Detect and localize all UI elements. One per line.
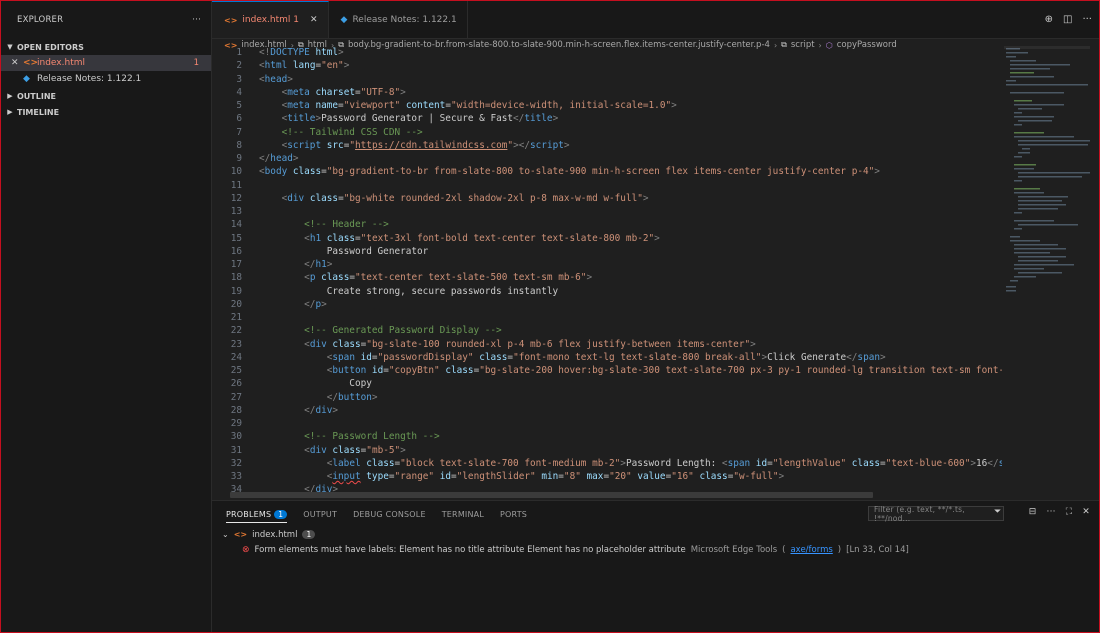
maximize-panel-icon[interactable]: ⛶ (1066, 507, 1073, 517)
code-line: 6 <title>Password Generator | Secure & F… (236, 113, 559, 125)
code-line: 13 (230, 206, 242, 217)
code-line: 28 </div> (230, 404, 339, 416)
code-editor[interactable]: 1 <!DOCTYPE html> 2 <html lang="en"> 3 <hea… (212, 46, 1002, 499)
bottom-panel: PROBLEMS 1 OUTPUT DEBUG CONSOLE TERMINAL … (212, 500, 1099, 632)
code-line: 30 <!-- Password Length --> (230, 431, 440, 443)
vscode-logo-icon: ◆ (340, 14, 348, 25)
chevron-down-icon: ⌄ (222, 530, 229, 539)
code-line: 16 Password Generator (230, 245, 429, 257)
code-line: 33 <input type="range" id="lengthSlider"… (230, 471, 785, 482)
explorer-sidebar: EXPLORER ··· ▼ OPEN EDITORS ✕ <> index.h… (1, 1, 212, 632)
code-line: 26 Copy (230, 378, 372, 390)
code-line: 8 <script src="https://cdn.tailwindcss.c… (236, 139, 570, 151)
code-line: 18 <p class="text-center text-slate-500 … (230, 272, 593, 284)
code-line: 1 <!DOCTYPE html> (236, 47, 344, 58)
chevron-right-icon: ▶ (7, 108, 13, 116)
code-line: 15 <h1 class="text-3xl font-bold text-ce… (230, 232, 660, 244)
html-file-icon: <> (224, 15, 238, 25)
panel-tabs: PROBLEMS 1 OUTPUT DEBUG CONSOLE TERMINAL … (212, 501, 1099, 527)
collapse-all-icon[interactable]: ⊟ (1029, 507, 1037, 517)
close-icon[interactable]: ✕ (310, 15, 318, 25)
code-line: 20 </p> (230, 298, 327, 310)
tab-debug-console[interactable]: DEBUG CONSOLE (353, 510, 426, 519)
problems-filter-input[interactable]: Filter (e.g. text, **/*.ts, !**/nod... (868, 505, 1004, 523)
open-editor-release-notes[interactable]: ◆ Release Notes: 1.122.1 (1, 71, 211, 87)
tab-release-notes[interactable]: ◆ Release Notes: 1.122.1 (329, 1, 468, 38)
editor-actions: ⊕ ◫ ··· (1045, 1, 1092, 38)
tab-index-html[interactable]: <> index.html 1 ✕ (212, 1, 329, 38)
more-actions-icon[interactable]: ··· (1082, 14, 1092, 25)
problem-file-name: index.html (252, 529, 298, 540)
explorer-title: EXPLORER (17, 15, 64, 25)
panel-actions: ⊟ ··· ⛶ ✕ (1029, 507, 1090, 517)
problem-location: [Ln 33, Col 14] (846, 544, 909, 555)
open-editor-index-html[interactable]: ✕ <> index.html 1 (1, 55, 211, 71)
problem-message: Form elements must have labels: Element … (254, 544, 686, 555)
tab-output[interactable]: OUTPUT (303, 510, 337, 519)
close-panel-icon[interactable]: ✕ (1082, 507, 1090, 517)
chevron-right-icon: ▶ (7, 92, 13, 100)
problem-count-badge: 1 (193, 58, 199, 68)
code-line: 32 <label class="block text-slate-700 fo… (230, 457, 1002, 469)
open-editor-label: index.html (37, 58, 85, 68)
timeline-section[interactable]: ▶ TIMELINE (1, 104, 211, 120)
vscode-window: EXPLORER ··· ▼ OPEN EDITORS ✕ <> index.h… (0, 0, 1100, 633)
outline-section[interactable]: ▶ OUTLINE (1, 88, 211, 104)
filter-icon[interactable]: ⏷ (994, 507, 1001, 517)
editor-area: <> index.html 1 ✕ ◆ Release Notes: 1.122… (212, 1, 1099, 499)
tab-label: index.html 1 (242, 15, 299, 25)
code-line: 12 <div class="bg-white rounded-2xl shad… (230, 192, 649, 204)
explorer-header: EXPLORER ··· (1, 1, 211, 39)
open-editor-label: Release Notes: 1.122.1 (37, 74, 142, 84)
close-icon[interactable]: ✕ (11, 58, 23, 68)
problems-count-badge: 1 (274, 509, 288, 519)
problem-rule-link[interactable]: axe/forms (790, 545, 832, 555)
code-line: 3 <head> (236, 73, 293, 85)
html-file-icon: <> (23, 58, 39, 68)
code-line: 7 <!-- Tailwind CSS CDN --> (236, 126, 423, 138)
code-line: 22 <!-- Generated Password Display --> (230, 325, 502, 337)
code-line: 23 <div class="bg-slate-100 rounded-xl p… (230, 338, 756, 350)
open-editors-label: OPEN EDITORS (17, 42, 84, 52)
code-line: 24 <span id="passwordDisplay" class="fon… (230, 351, 886, 363)
tab-problems[interactable]: PROBLEMS 1 (226, 509, 288, 523)
tab-terminal[interactable]: TERMINAL (442, 510, 484, 519)
chevron-down-icon: ▼ (7, 43, 13, 51)
globe-icon[interactable]: ⊕ (1045, 14, 1053, 25)
code-line: 11 (230, 179, 242, 191)
outline-label: OUTLINE (17, 91, 56, 101)
code-line: 21 (230, 312, 242, 323)
more-actions-icon[interactable]: ··· (192, 15, 201, 25)
error-icon: ⊗ (242, 544, 250, 555)
more-actions-icon[interactable]: ··· (1047, 507, 1056, 517)
problem-file-count: 1 (302, 530, 316, 539)
code-line: 25 <button id="copyBtn" class="bg-slate-… (230, 365, 1002, 376)
split-editor-icon[interactable]: ◫ (1063, 14, 1072, 25)
problem-source: Microsoft Edge Tools (690, 544, 778, 555)
code-line: 10 <body class="bg-gradient-to-br from-sl… (230, 166, 880, 178)
code-line: 4 <meta charset="UTF-8"> (236, 86, 406, 98)
timeline-label: TIMELINE (17, 107, 60, 117)
open-editors-section[interactable]: ▼ OPEN EDITORS (1, 39, 211, 55)
code-line: 5 <meta name="viewport" content="width=d… (236, 100, 677, 111)
code-line: 19 Create strong, secure passwords insta… (230, 285, 559, 297)
code-line: 2 <html lang="en"> (236, 60, 350, 72)
tab-label: Release Notes: 1.122.1 (352, 14, 457, 25)
code-line: 29 (230, 418, 242, 429)
horizontal-scrollbar[interactable] (230, 492, 873, 498)
minimap[interactable] (1004, 46, 1090, 306)
tab-ports[interactable]: PORTS (500, 510, 527, 519)
code-line: 17 </h1> (230, 259, 333, 270)
problem-item[interactable]: ⊗ Form elements must have labels: Elemen… (212, 542, 1099, 557)
code-line: 27 </button> (230, 391, 378, 403)
code-line: 14 <!-- Header --> (230, 219, 389, 231)
html-file-icon: <> (233, 530, 248, 539)
vscode-logo-icon: ◆ (23, 74, 30, 84)
code-line: 31 <div class="mb-5"> (230, 444, 406, 456)
code-line: 9 </head> (236, 153, 299, 164)
tab-bar: <> index.html 1 ✕ ◆ Release Notes: 1.122… (212, 1, 1099, 39)
problem-file-row[interactable]: ⌄ <> index.html 1 (212, 527, 1099, 542)
